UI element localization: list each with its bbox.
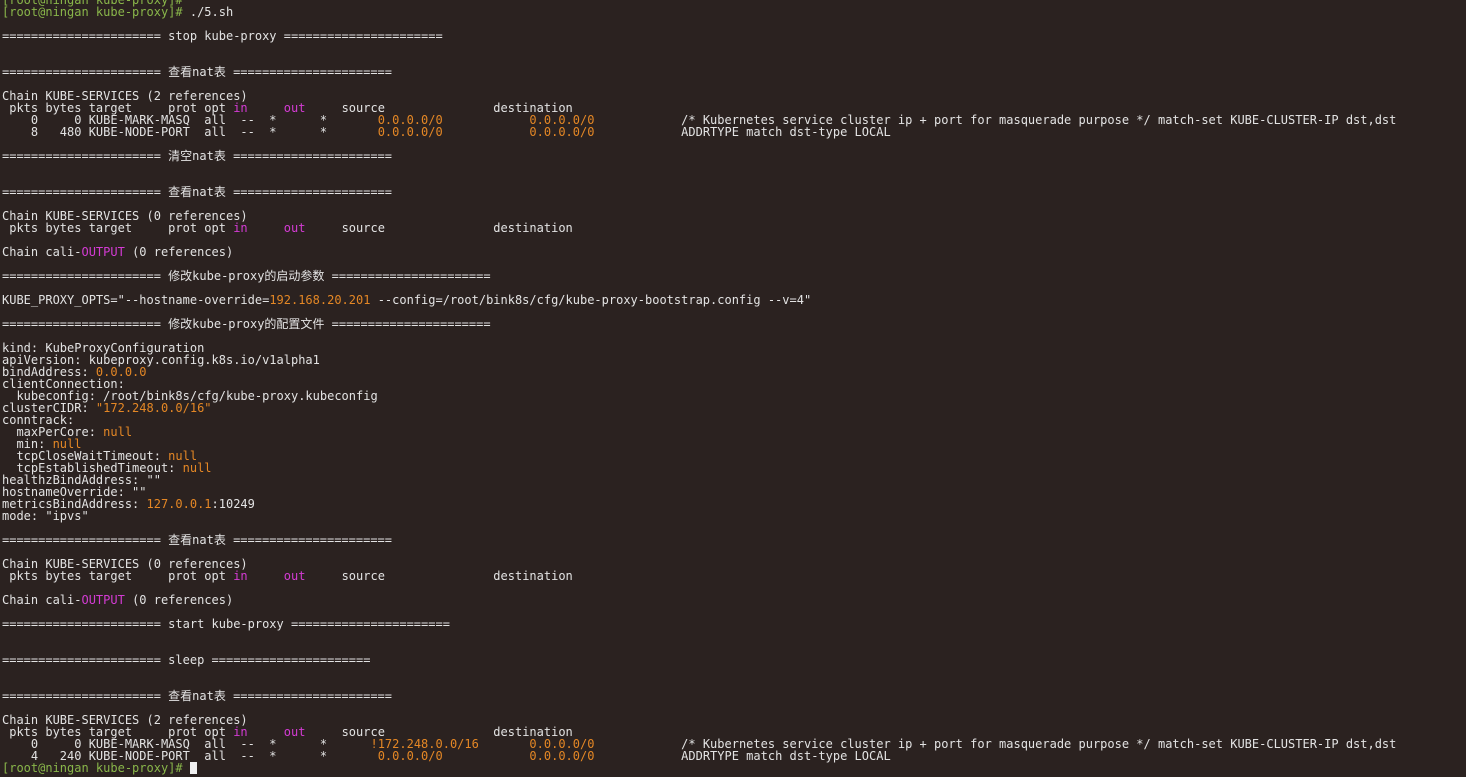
terminal-text: ====================== 查看nat表 ==========… bbox=[2, 65, 393, 79]
terminal-text: ====================== 修改kube-proxy的配置文件… bbox=[2, 317, 491, 331]
shell-prompt: [root@ningan kube-proxy]# bbox=[2, 5, 183, 19]
terminal-text: ====================== 查看nat表 ==========… bbox=[2, 185, 393, 199]
terminal-text: 127.0.0.1 bbox=[146, 497, 212, 511]
terminal-output[interactable]: [root@ningan kube-proxy]# [root@ningan ku… bbox=[2, 0, 1464, 774]
terminal-line: clusterCIDR: "172.248.0.0/16" bbox=[2, 402, 1464, 414]
terminal-text: KUBE_PROXY_OPTS="--hostname-override= bbox=[2, 293, 270, 307]
shell-prompt: [root@ningan kube-proxy]# bbox=[2, 761, 183, 775]
terminal-line: ====================== start kube-proxy … bbox=[2, 618, 1464, 630]
terminal-text: null bbox=[182, 461, 212, 475]
terminal-line: tcpEstablishedTimeout: null bbox=[2, 462, 1464, 474]
terminal-text: ====================== 查看nat表 ==========… bbox=[2, 689, 393, 703]
terminal-line: Chain cali-OUTPUT (0 references) bbox=[2, 246, 1464, 258]
terminal-line: ====================== 查看nat表 ==========… bbox=[2, 66, 1464, 78]
terminal-text: --config=/root/bink8s/cfg/kube-proxy-boo… bbox=[370, 293, 812, 307]
terminal-line: pkts bytes target prot opt in out source… bbox=[2, 222, 1464, 234]
terminal-text: ADDRTYPE match dst-type LOCAL bbox=[594, 749, 891, 763]
terminal-line: ====================== sleep ===========… bbox=[2, 654, 1464, 666]
terminal-text: 0.0.0.0/0 bbox=[529, 125, 595, 139]
terminal-line: KUBE_PROXY_OPTS="--hostname-override=192… bbox=[2, 294, 1464, 306]
terminal-line: conntrack: bbox=[2, 414, 1464, 426]
terminal-line: ====================== stop kube-proxy =… bbox=[2, 30, 1464, 42]
terminal-text: 0.0.0.0/0 bbox=[377, 749, 443, 763]
terminal-line: 4 240 KUBE-NODE-PORT all -- * * 0.0.0.0/… bbox=[2, 750, 1464, 762]
terminal-text: pkts bytes target prot opt bbox=[2, 221, 234, 235]
terminal-text: Chain cali- bbox=[2, 593, 82, 607]
terminal-line: maxPerCore: null bbox=[2, 426, 1464, 438]
terminal-line: ====================== 查看nat表 ==========… bbox=[2, 690, 1464, 702]
terminal-line: bindAddress: 0.0.0.0 bbox=[2, 366, 1464, 378]
terminal-line: healthzBindAddress: "" bbox=[2, 474, 1464, 486]
terminal-text: ADDRTYPE match dst-type LOCAL bbox=[594, 125, 891, 139]
terminal-text: pkts bytes target prot opt bbox=[2, 569, 234, 583]
terminal-text: source destination bbox=[305, 569, 573, 583]
terminal-line: ====================== 修改kube-proxy的配置文件… bbox=[2, 318, 1464, 330]
terminal-line: ====================== 查看nat表 ==========… bbox=[2, 186, 1464, 198]
terminal-text: ====================== 清空nat表 ==========… bbox=[2, 149, 393, 163]
terminal-text: OUTPUT bbox=[81, 593, 125, 607]
terminal-text: (0 references) bbox=[124, 245, 234, 259]
terminal-line: [root@ningan kube-proxy]# ./5.sh bbox=[2, 6, 1464, 18]
terminal-line: kubeconfig: /root/bink8s/cfg/kube-proxy.… bbox=[2, 390, 1464, 402]
terminal-line: ====================== 查看nat表 ==========… bbox=[2, 534, 1464, 546]
terminal-text: mode: "ipvs" bbox=[2, 509, 89, 523]
terminal-text: ====================== start kube-proxy … bbox=[2, 617, 450, 631]
terminal-line: ====================== 清空nat表 ==========… bbox=[2, 150, 1464, 162]
terminal-text: 192.168.20.201 bbox=[269, 293, 371, 307]
terminal-text: ====================== sleep ===========… bbox=[2, 653, 371, 667]
terminal-text: ====================== 修改kube-proxy的启动参数… bbox=[2, 269, 491, 283]
terminal-line: metricsBindAddress: 127.0.0.1:10249 bbox=[2, 498, 1464, 510]
terminal-text: null bbox=[103, 425, 133, 439]
terminal-text: ./5.sh bbox=[182, 5, 234, 19]
terminal-text: (0 references) bbox=[124, 593, 234, 607]
terminal-line: 8 480 KUBE-NODE-PORT all -- * * 0.0.0.0/… bbox=[2, 126, 1464, 138]
terminal-text: ====================== stop kube-proxy =… bbox=[2, 29, 443, 43]
terminal-line: [root@ningan kube-proxy]# bbox=[2, 762, 1464, 774]
terminal-text: 0.0.0.0/0 bbox=[377, 125, 443, 139]
terminal-line: ====================== 修改kube-proxy的启动参数… bbox=[2, 270, 1464, 282]
terminal-text: "172.248.0.0/16" bbox=[95, 401, 212, 415]
terminal-cursor bbox=[189, 762, 197, 774]
terminal-line: mode: "ipvs" bbox=[2, 510, 1464, 522]
terminal-text: out bbox=[283, 221, 306, 235]
terminal-text: OUTPUT bbox=[81, 245, 125, 259]
terminal-text: out bbox=[283, 569, 306, 583]
terminal-line: apiVersion: kubeproxy.config.k8s.io/v1al… bbox=[2, 354, 1464, 366]
terminal-text: source destination bbox=[305, 221, 573, 235]
terminal-text: 0.0.0.0/0 bbox=[529, 749, 595, 763]
terminal-line: pkts bytes target prot opt in out source… bbox=[2, 570, 1464, 582]
terminal-line: min: null bbox=[2, 438, 1464, 450]
terminal-text: :10249 bbox=[211, 497, 255, 511]
terminal-text: 8 480 KUBE-NODE-PORT all -- * * bbox=[2, 125, 378, 139]
terminal-text: in bbox=[233, 569, 248, 583]
terminal-text: ====================== 查看nat表 ==========… bbox=[2, 533, 393, 547]
terminal-text: Chain cali- bbox=[2, 245, 82, 259]
terminal-line: tcpCloseWaitTimeout: null bbox=[2, 450, 1464, 462]
terminal-text: in bbox=[233, 221, 248, 235]
terminal-line: Chain cali-OUTPUT (0 references) bbox=[2, 594, 1464, 606]
